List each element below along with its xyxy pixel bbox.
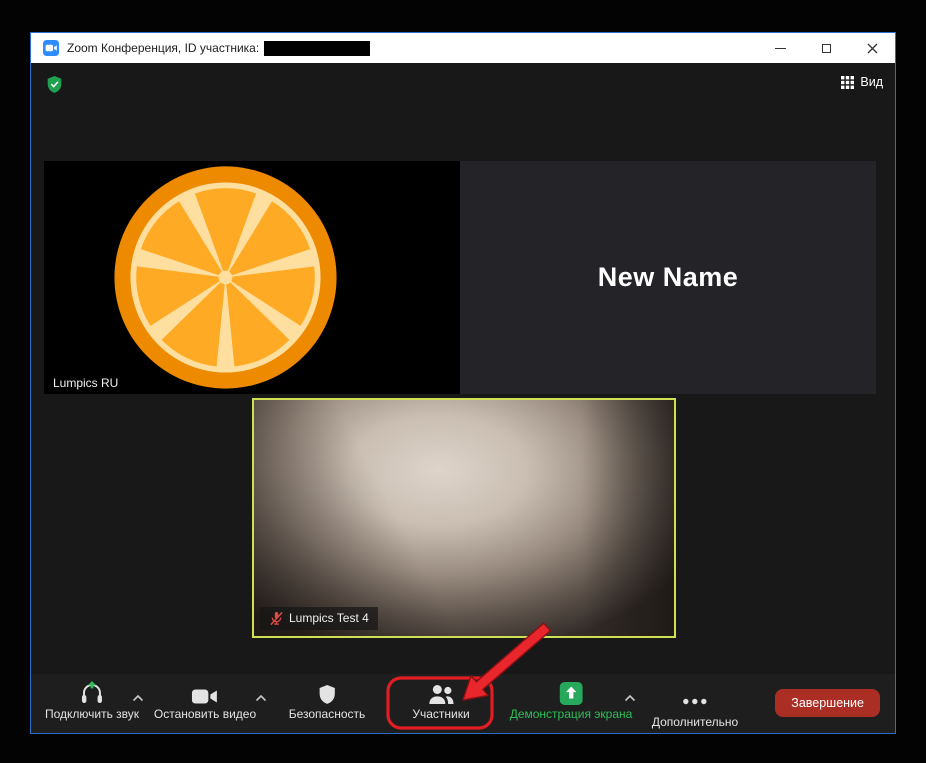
participant-name-label: Lumpics RU bbox=[44, 371, 128, 394]
participant-display-name: New Name bbox=[597, 262, 739, 292]
maximize-button[interactable] bbox=[803, 33, 849, 63]
grid-view-icon bbox=[841, 76, 855, 89]
participants-label: Участники bbox=[412, 707, 470, 721]
muted-participant-name: Lumpics Test 4 bbox=[289, 611, 369, 626]
zoom-window: Zoom Конференция, ID участника: Вид Lump… bbox=[30, 32, 896, 734]
participants-icon bbox=[427, 681, 454, 705]
join-audio-label: Подключить звук bbox=[44, 707, 140, 721]
audio-options-chevron-icon[interactable] bbox=[132, 694, 145, 702]
titlebar: Zoom Конференция, ID участника: bbox=[31, 33, 895, 63]
join-audio-button[interactable]: Подключить звук bbox=[45, 681, 139, 720]
redacted-meeting-id bbox=[264, 40, 371, 56]
headset-icon bbox=[79, 681, 105, 705]
video-tile-lumpics-ru: Lumpics RU bbox=[44, 161, 460, 394]
meeting-toolbar: Подключить звук Остановить видео Безопас… bbox=[31, 674, 895, 733]
meeting-area: Вид Lumpics RU New Name Lumpics Test 4 bbox=[31, 63, 895, 674]
close-icon bbox=[867, 43, 877, 53]
security-label: Безопасность bbox=[288, 707, 366, 721]
desktop-background: Zoom Конференция, ID участника: Вид Lump… bbox=[0, 0, 926, 763]
mic-muted-icon bbox=[269, 611, 284, 626]
zoom-app-icon bbox=[43, 40, 59, 56]
view-button[interactable]: Вид bbox=[841, 76, 883, 89]
window-controls bbox=[757, 33, 895, 63]
minimize-button[interactable] bbox=[757, 33, 803, 63]
security-button[interactable]: Безопасность bbox=[288, 681, 366, 721]
orange-slice-image bbox=[114, 166, 337, 389]
ellipsis-icon bbox=[682, 681, 708, 713]
video-options-chevron-icon[interactable] bbox=[255, 694, 268, 702]
participant-name-label-muted: Lumpics Test 4 bbox=[260, 607, 378, 630]
shield-icon bbox=[317, 681, 336, 705]
minimize-icon bbox=[774, 47, 786, 49]
more-button[interactable]: Дополнительно bbox=[652, 681, 738, 728]
maximize-icon bbox=[821, 43, 831, 53]
video-tile-new-name: New Name bbox=[460, 161, 876, 394]
encryption-shield-icon[interactable] bbox=[46, 75, 63, 94]
share-options-chevron-icon[interactable] bbox=[624, 694, 637, 702]
stop-video-label: Остановить видео bbox=[153, 707, 257, 721]
video-camera-icon bbox=[191, 681, 218, 705]
participants-button[interactable]: Участники bbox=[412, 681, 470, 721]
close-button[interactable] bbox=[849, 33, 895, 63]
share-screen-button[interactable]: Демонстрация экрана bbox=[509, 681, 633, 721]
video-tile-lumpics-test4: Lumpics Test 4 bbox=[252, 398, 676, 638]
share-screen-icon bbox=[559, 681, 583, 705]
more-label: Дополнительно bbox=[651, 715, 739, 729]
share-screen-label: Демонстрация экрана bbox=[509, 707, 633, 721]
window-title: Zoom Конференция, ID участника: bbox=[67, 41, 260, 55]
stop-video-button[interactable]: Остановить видео bbox=[154, 681, 256, 720]
end-meeting-button[interactable]: Завершение bbox=[775, 689, 880, 717]
view-label: Вид bbox=[860, 75, 883, 90]
